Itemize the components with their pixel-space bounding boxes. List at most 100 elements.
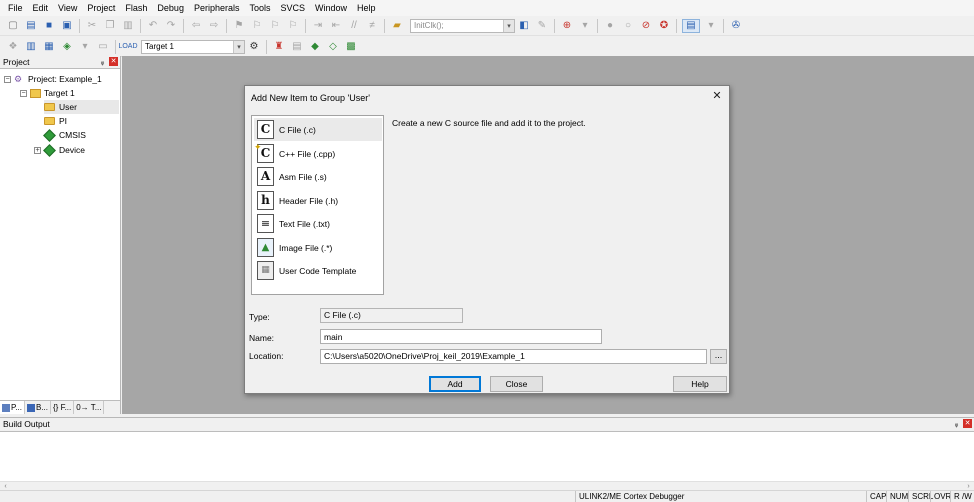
breakpoint-kill-icon[interactable]: ✪ [657, 19, 671, 33]
download-load-icon[interactable]: LOAD [118, 40, 137, 54]
menu-file[interactable]: File [3, 1, 28, 15]
target-combo[interactable]: Target 1 ▾ [141, 39, 245, 54]
copy-icon[interactable]: ❐ [103, 19, 117, 33]
tab-books[interactable]: B... [25, 401, 51, 414]
multi-project-icon[interactable]: ▤ [290, 40, 304, 54]
name-input[interactable] [320, 329, 602, 344]
tab-templates[interactable]: 0→ T... [74, 401, 105, 414]
tree-group-cmsis[interactable]: CMSIS [43, 128, 86, 142]
tab-functions[interactable]: {} F... [51, 401, 75, 414]
translate-icon[interactable]: ❖ [6, 40, 20, 54]
cut-icon[interactable]: ✂ [85, 19, 99, 33]
bookmark-icon[interactable]: ⚑ [232, 19, 246, 33]
breakpoint-clear-icon[interactable]: ⊘ [639, 19, 653, 33]
add-button[interactable]: Add [429, 376, 481, 392]
configure-wrench-icon[interactable]: ✇ [729, 19, 743, 33]
redo-icon[interactable]: ↷ [164, 19, 178, 33]
undo-icon[interactable]: ↶ [146, 19, 160, 33]
pin-icon[interactable]: ᵩ [952, 419, 961, 428]
tree-group-user[interactable]: User [44, 100, 119, 114]
next-bookmark-icon[interactable]: ⚐ [268, 19, 282, 33]
stop-build-icon[interactable]: ▭ [96, 40, 110, 54]
close-icon[interactable]: ✕ [711, 90, 723, 102]
unindent-icon[interactable]: ⇤ [329, 19, 343, 33]
close-icon[interactable]: ✕ [109, 57, 118, 66]
function-combo[interactable]: InitClk(); ▾ [410, 18, 515, 33]
find-icon[interactable]: ◧ [517, 19, 531, 33]
menu-peripherals[interactable]: Peripherals [189, 1, 245, 15]
pack-installer-icon[interactable]: ▩ [344, 40, 358, 54]
tree-project-root[interactable]: − ⚙ Project: Example_1 [4, 72, 102, 86]
prev-bookmark-icon[interactable]: ⚐ [250, 19, 264, 33]
indent-icon[interactable]: ⇥ [311, 19, 325, 33]
paste-icon[interactable]: ▥ [121, 19, 135, 33]
incremental-find-icon[interactable]: ✎ [535, 19, 549, 33]
tree-group-device[interactable]: + Device [34, 143, 85, 157]
target-options-icon[interactable]: ⚙ [247, 40, 261, 54]
dropdown-arrow-icon[interactable]: ▾ [704, 19, 718, 33]
help-button[interactable]: Help [673, 376, 727, 392]
tab-project[interactable]: P... [0, 401, 25, 414]
expand-icon[interactable]: + [34, 146, 41, 154]
chevron-down-icon[interactable]: ▾ [233, 40, 244, 53]
find-in-files-icon[interactable]: ▰ [390, 19, 404, 33]
nav-forward-icon[interactable]: ⇨ [207, 19, 221, 33]
type-cpp-file[interactable]: ✦ C C++ File (.cpp) [254, 142, 382, 165]
file-extensions-icon[interactable]: ♜ [272, 40, 286, 54]
menu-view[interactable]: View [53, 1, 82, 15]
select-packs-icon[interactable]: ◇ [326, 40, 340, 54]
clear-bookmarks-icon[interactable]: ⚐ [286, 19, 300, 33]
chevron-down-icon[interactable]: ▾ [503, 19, 514, 32]
open-file-icon[interactable]: ▤ [24, 19, 38, 33]
menu-debug[interactable]: Debug [152, 1, 189, 15]
type-header-file[interactable]: h Header File (.h) [254, 189, 382, 212]
browse-button[interactable]: ... [710, 349, 727, 364]
collapse-icon[interactable]: − [4, 75, 11, 83]
build-icon[interactable]: ▥ [24, 40, 38, 54]
menu-window[interactable]: Window [310, 1, 352, 15]
save-icon[interactable]: ■ [42, 19, 56, 33]
manage-rte-icon[interactable]: ◆ [308, 40, 322, 54]
toolbar-separator [226, 18, 227, 33]
debug-session-icon[interactable]: ⊕ [560, 19, 574, 33]
new-file-icon[interactable]: ▢ [6, 19, 20, 33]
dropdown-arrow-icon[interactable]: ▾ [78, 40, 92, 54]
type-user-code-template[interactable]: ▦ User Code Template [254, 259, 382, 282]
menu-edit[interactable]: Edit [28, 1, 54, 15]
breakpoint-icon[interactable]: ● [603, 19, 617, 33]
save-all-icon[interactable]: ▣ [60, 19, 74, 33]
rte-component-icon [43, 143, 56, 157]
breakpoint-disable-icon[interactable]: ○ [621, 19, 635, 33]
toolbar-separator [384, 18, 385, 33]
rebuild-icon[interactable]: ▦ [42, 40, 56, 54]
close-button[interactable]: Close [490, 376, 543, 392]
type-label: C File (.c) [279, 124, 316, 135]
tab-label: {} F... [53, 403, 72, 412]
collapse-icon[interactable]: − [20, 89, 27, 97]
type-label: User Code Template [279, 265, 357, 276]
nav-back-icon[interactable]: ⇦ [189, 19, 203, 33]
close-icon[interactable]: ✕ [963, 419, 972, 428]
status-bar: ULINK2/ME Cortex Debugger CAP NUM SCRL O… [0, 490, 974, 502]
tree-target[interactable]: − Target 1 [20, 86, 75, 100]
batch-build-icon[interactable]: ◈ [60, 40, 74, 54]
menu-svcs[interactable]: SVCS [276, 1, 311, 15]
type-image-file[interactable]: ▲ Image File (.*) [254, 236, 382, 259]
build-output-scrollbar[interactable]: ‹ › [0, 481, 974, 490]
window-layout-icon[interactable]: ▤ [682, 18, 700, 33]
menu-flash[interactable]: Flash [120, 1, 152, 15]
menu-tools[interactable]: Tools [244, 1, 275, 15]
type-label: C++ File (.cpp) [279, 148, 336, 159]
comment-icon[interactable]: // [347, 19, 361, 33]
type-c-file[interactable]: C C File (.c) [254, 118, 382, 141]
dropdown-arrow-icon[interactable]: ▾ [578, 19, 592, 33]
type-text-file[interactable]: ≡ Text File (.txt) [254, 212, 382, 235]
type-asm-file[interactable]: A Asm File (.s) [254, 165, 382, 188]
build-toolbar: ❖ ▥ ▦ ◈ ▾ ▭ LOAD Target 1 ▾ ⚙ ♜ ▤ ◆ ◇ ▩ [0, 37, 974, 57]
location-field[interactable]: C:\Users\a5020\OneDrive\Proj_keil_2019\E… [320, 349, 707, 364]
menu-help[interactable]: Help [352, 1, 381, 15]
menu-project[interactable]: Project [82, 1, 120, 15]
pin-icon[interactable]: ᵩ [98, 57, 107, 66]
tree-group-pi[interactable]: PI [44, 114, 67, 128]
uncomment-icon[interactable]: ≠ [365, 19, 379, 33]
